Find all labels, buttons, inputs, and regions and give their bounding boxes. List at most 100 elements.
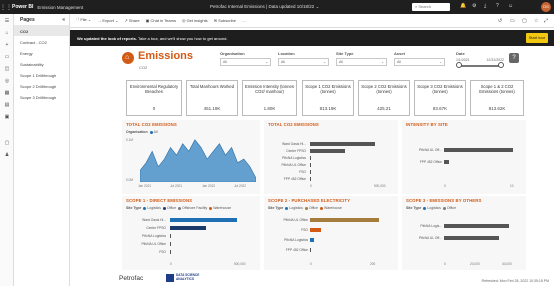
bar[interactable]	[310, 163, 311, 167]
page-tab-energy[interactable]: Energy	[14, 47, 69, 58]
page-tab-co2[interactable]: CO2	[14, 25, 69, 36]
bar[interactable]	[444, 148, 513, 152]
start-tour-button[interactable]: Start tour	[526, 33, 548, 43]
legend-item[interactable]: Warehouse	[324, 206, 342, 210]
legend-item[interactable]: Offshore Facility	[182, 206, 207, 210]
report-canvas: We updated the look of reports. Take a t…	[70, 28, 554, 286]
more-options-icon[interactable]: …	[242, 18, 246, 23]
search-input[interactable]: ⌕ Search	[412, 3, 450, 11]
share-label: Share	[128, 18, 140, 23]
user-icon[interactable]: ♟	[4, 152, 10, 158]
legend-item[interactable]: Logistics	[427, 206, 441, 210]
browse-icon[interactable]: ▭	[4, 54, 10, 60]
page-tab-contract-co2[interactable]: Contract - CO2	[14, 36, 69, 47]
help-icon[interactable]: ?	[496, 3, 499, 9]
page-tab-scope2[interactable]: Scope 2 Drillthrough	[14, 80, 69, 91]
bookmark-icon[interactable]: ☆	[534, 18, 538, 24]
data-hub-icon[interactable]: ◫	[4, 66, 10, 72]
legend-item[interactable]: Logistics	[147, 206, 161, 210]
app-name[interactable]: Power BI	[12, 4, 33, 10]
chevron-down-icon: ⌄	[323, 60, 326, 64]
bar-label: PtfcNA UL Office	[141, 241, 166, 246]
area-chart[interactable]	[140, 136, 256, 182]
bar[interactable]	[170, 234, 171, 238]
bar[interactable]	[310, 218, 380, 222]
avatar[interactable]: DS	[541, 2, 551, 12]
workspace-icon[interactable]: ▢	[4, 140, 10, 146]
apps-icon[interactable]: ▦	[4, 90, 10, 96]
slicer-value: All	[281, 60, 285, 64]
legend-item[interactable]: Office	[167, 206, 176, 210]
insights-button[interactable]: ◎ Get insights	[182, 18, 208, 23]
x-tick: Jul 2022	[234, 184, 247, 188]
view-icon[interactable]: ▭	[510, 18, 515, 24]
comment-icon[interactable]: ▢	[522, 18, 527, 24]
slider-handle-start[interactable]	[456, 62, 462, 68]
kpi-card-scope1: Scope 1 CO2 Emissions (tonnes) 813.19K	[302, 80, 354, 116]
subscribe-button[interactable]: ✉ Subscribe	[214, 18, 236, 23]
bar[interactable]	[310, 248, 311, 252]
slider-track[interactable]	[458, 65, 502, 67]
bar[interactable]	[170, 250, 171, 254]
partner-logo-text: DATA SCIENCE ANALYTICS	[176, 273, 199, 281]
date-slider[interactable]: 1/1/2021 12/31/2022	[456, 58, 504, 68]
bar[interactable]	[310, 170, 311, 174]
slicer-organisation[interactable]: All ⌄	[220, 58, 271, 66]
slicer-location[interactable]: All ⌄	[278, 58, 329, 66]
legend-item[interactable]: All	[154, 130, 158, 134]
export-menu[interactable]: → Export ⌄	[97, 18, 118, 23]
bar[interactable]	[310, 142, 375, 146]
file-menu[interactable]: 🗋 File ⌄	[76, 17, 91, 24]
bar[interactable]	[170, 242, 171, 246]
legend-item[interactable]: Logistics	[289, 206, 303, 210]
legend-item[interactable]: Office	[447, 206, 456, 210]
bar-label: Center FPSO	[286, 148, 306, 153]
collapse-icon[interactable]: «	[62, 17, 65, 23]
bar[interactable]	[310, 149, 345, 153]
legend-dot	[285, 206, 289, 210]
y-tick: 0.1M	[126, 138, 134, 142]
slider-handle-end[interactable]	[498, 62, 504, 68]
create-icon[interactable]: +	[4, 42, 10, 48]
legend-label: Site Type	[268, 206, 284, 210]
banner-message-rest: Take a tour, and we'll show you how to g…	[137, 36, 228, 41]
chat-teams-button[interactable]: ▣ Chat in Teams	[146, 18, 176, 23]
download-icon[interactable]: ⤓	[484, 3, 486, 9]
menu-icon[interactable]: ☰	[4, 18, 10, 24]
chart-title: TOTAL CO2 EMISSIONS	[268, 122, 319, 127]
bar[interactable]	[310, 238, 314, 242]
bar-label: PtfcNA UL Off...	[418, 147, 442, 152]
goals-icon[interactable]: ◎	[4, 78, 10, 84]
bar[interactable]	[444, 236, 499, 240]
bar[interactable]	[310, 156, 311, 160]
page-tab-scope3[interactable]: Scope 3 Drillthrough	[14, 91, 69, 102]
bar[interactable]	[170, 218, 237, 222]
partner-logo-icon	[166, 274, 174, 282]
page-tab-sustainability[interactable]: Sustainability	[14, 58, 69, 69]
bar[interactable]	[444, 160, 450, 164]
home-icon[interactable]: ⌂	[4, 30, 10, 36]
fullscreen-icon[interactable]: ⤢	[544, 18, 548, 24]
feedback-icon[interactable]: ☺	[508, 3, 513, 9]
notifications-icon[interactable]: 🔔	[460, 3, 466, 9]
bar[interactable]	[170, 226, 206, 230]
bar[interactable]	[444, 224, 509, 228]
reset-icon[interactable]: ↺	[498, 18, 502, 24]
workspaces-icon[interactable]: ▣	[4, 114, 10, 120]
legend-item[interactable]: Office	[309, 206, 318, 210]
settings-icon[interactable]: ⚙	[472, 3, 476, 9]
search-placeholder: Search	[418, 4, 432, 9]
page-tab-scope1[interactable]: Scope 1 Drillthrough	[14, 69, 69, 80]
kpi-value: 0	[152, 106, 156, 111]
learn-icon[interactable]: ▤	[4, 102, 10, 108]
slicer-site-type[interactable]: All ⌄	[336, 58, 387, 66]
share-button[interactable]: ↗ Share	[124, 18, 139, 23]
help-button[interactable]: ?	[509, 53, 519, 63]
pages-heading-label: Pages	[20, 17, 35, 23]
legend-dot	[304, 206, 308, 210]
slicer-asset[interactable]: All ⌄	[394, 58, 445, 66]
legend-item[interactable]: Warehouse	[213, 206, 231, 210]
app-launcher-icon[interactable]: ⋮⋮	[0, 4, 12, 11]
bar[interactable]	[310, 177, 311, 181]
bar[interactable]	[310, 228, 321, 232]
